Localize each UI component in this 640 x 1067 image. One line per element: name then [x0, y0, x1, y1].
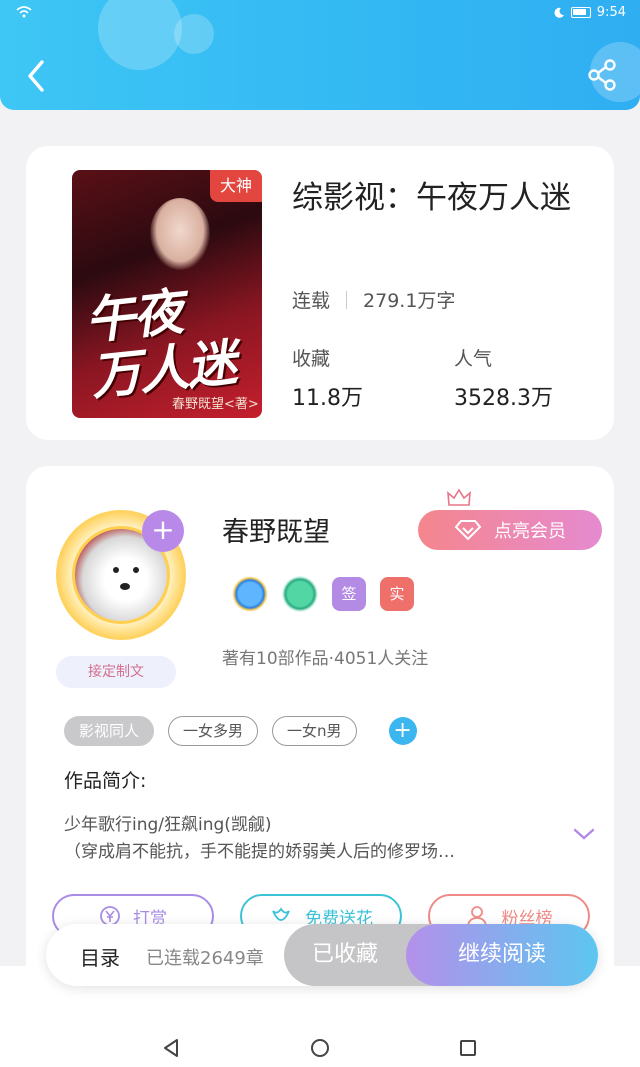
- author-badges: 签 实: [232, 576, 414, 612]
- chevron-down-icon[interactable]: [572, 826, 596, 842]
- chapter-count[interactable]: 已连载2649章: [146, 944, 264, 970]
- bottom-action-bar: 目录 已连载2649章 已收藏 继续阅读: [46, 924, 598, 986]
- dog-eye: [133, 567, 139, 573]
- custom-order-tag[interactable]: 接定制文: [56, 656, 176, 688]
- tag-item[interactable]: 一女n男: [272, 716, 357, 746]
- status-time: 9:54: [596, 5, 626, 20]
- intro-line: 少年歌行ing/狂飙ing(觊觎): [64, 815, 272, 835]
- book-cover[interactable]: 大神 午夜 万人迷 春野既望<著>: [72, 170, 262, 418]
- handshake-badge-icon: [282, 576, 318, 612]
- follow-plus-button[interactable]: +: [142, 510, 184, 552]
- author-works-info: 著有10部作品·4051人关注: [222, 649, 429, 669]
- sign-badge: 签: [332, 577, 366, 611]
- top-header: 9:54: [0, 0, 640, 110]
- cover-author: 春野既望<著>: [172, 397, 259, 412]
- vip-button-label: 点亮会员: [494, 521, 566, 542]
- toc-button[interactable]: 目录: [80, 942, 120, 971]
- tag-item[interactable]: 影视同人: [64, 716, 155, 746]
- nav-recent-icon[interactable]: [460, 1040, 476, 1056]
- diamond-icon: [454, 520, 482, 541]
- status-bar: 9:54: [0, 0, 640, 28]
- intro-text[interactable]: 少年歌行ing/狂飙ing(觊觎) （穿成肩不能抗，手不能提的娇弱美人后的修罗场…: [64, 812, 544, 866]
- nav-back-icon[interactable]: [162, 1038, 180, 1058]
- collect-value: 11.8万: [292, 386, 363, 411]
- back-icon[interactable]: [22, 58, 52, 94]
- real-name-badge: 实: [380, 577, 414, 611]
- dog-eye: [113, 567, 119, 573]
- intro-line: （穿成肩不能抗，手不能提的娇弱美人后的修罗场…: [64, 842, 455, 862]
- word-count: 279.1万字: [363, 290, 456, 312]
- popularity-label: 人气: [454, 348, 493, 370]
- crown-icon: [447, 488, 471, 506]
- tag-item[interactable]: 一女多男: [168, 716, 259, 746]
- battery-icon: [570, 7, 591, 18]
- tag-list: 影视同人 一女多男 一女n男 +: [64, 716, 417, 746]
- author-card: + 接定制文 春野既望 点亮会员 签 实 著有10部作品·4051人关注 影视同…: [26, 466, 614, 986]
- collect-label: 收藏: [292, 348, 331, 370]
- book-status: 连载: [292, 290, 331, 312]
- book-title: 综影视：午夜万人迷: [292, 180, 571, 216]
- vip-button[interactable]: 点亮会员: [418, 510, 602, 550]
- cover-badge: 大神: [210, 170, 262, 202]
- dog-nose: [120, 583, 130, 590]
- music-badge-icon: [232, 576, 268, 612]
- meta-divider: [346, 290, 348, 309]
- book-info-card: 大神 午夜 万人迷 春野既望<著> 综影视：午夜万人迷 连载 279.1万字 收…: [26, 146, 614, 440]
- cover-title: 午夜 万人迷: [82, 279, 237, 406]
- add-tag-button[interactable]: +: [388, 717, 417, 745]
- author-name[interactable]: 春野既望: [222, 510, 330, 549]
- wifi-icon: [16, 6, 32, 18]
- system-nav-bar: [0, 1030, 640, 1067]
- book-meta: 连载 279.1万字: [292, 286, 455, 313]
- popularity-value: 3528.3万: [454, 386, 553, 411]
- nav-home-icon[interactable]: [310, 1038, 330, 1058]
- moon-icon: [554, 7, 564, 18]
- intro-label: 作品简介:: [64, 770, 147, 792]
- continue-reading-button[interactable]: 继续阅读: [406, 924, 598, 986]
- cover-figure: [150, 198, 210, 270]
- share-icon[interactable]: [586, 58, 620, 92]
